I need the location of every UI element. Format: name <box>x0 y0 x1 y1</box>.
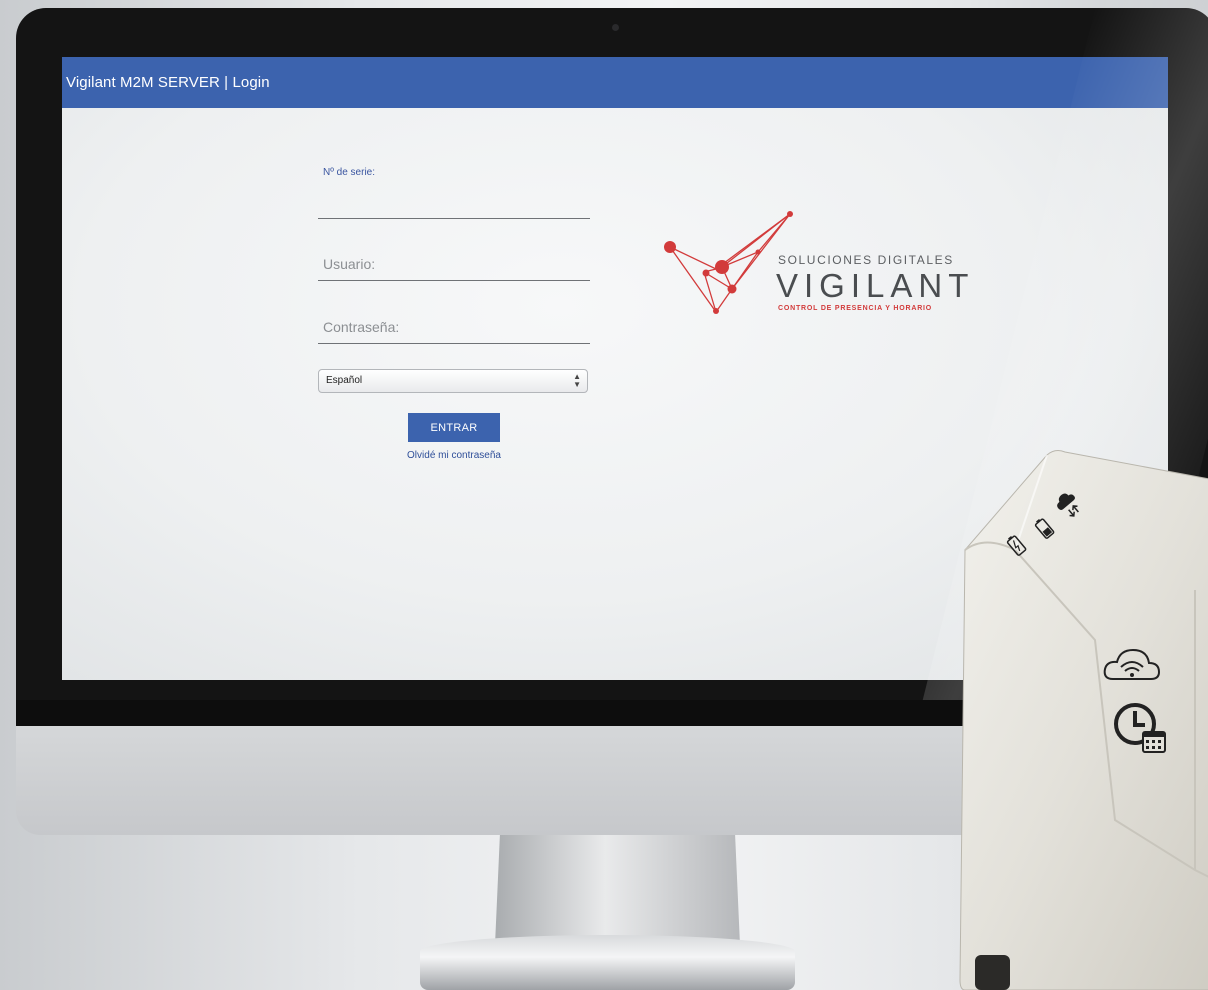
app-title: Vigilant M2M SERVER | Login <box>66 74 270 91</box>
brand-tagline: SOLUCIONES DIGITALES <box>778 253 954 267</box>
language-select[interactable]: Español ▲ ▼ <box>318 369 588 393</box>
vigilant-logo: SOLUCIONES DIGITALES VIGILANT CONTROL DE… <box>660 207 980 317</box>
brand-name: VIGILANT <box>776 267 975 304</box>
serial-number-input[interactable] <box>318 181 590 219</box>
camera-icon <box>612 24 619 31</box>
username-input[interactable] <box>318 241 590 281</box>
terminal-device <box>959 450 1208 990</box>
password-input[interactable] <box>318 304 590 344</box>
login-button[interactable]: ENTRAR <box>408 413 500 442</box>
brand-subtitle: CONTROL DE PRESENCIA Y HORARIO <box>778 305 933 312</box>
serial-label: Nº de serie: <box>323 167 376 178</box>
monitor-stand <box>495 835 740 945</box>
monitor-foot <box>420 935 795 990</box>
language-select-value: Español <box>326 375 363 386</box>
select-arrows-icon: ▲ ▼ <box>573 372 581 389</box>
login-form: Nº de serie: Español ▲▼ ENTRAR Olvidé mi… <box>318 167 590 461</box>
app-header: Vigilant M2M SERVER | Login <box>62 57 1168 108</box>
forgot-password-link[interactable]: Olvidé mi contraseña <box>318 450 590 461</box>
